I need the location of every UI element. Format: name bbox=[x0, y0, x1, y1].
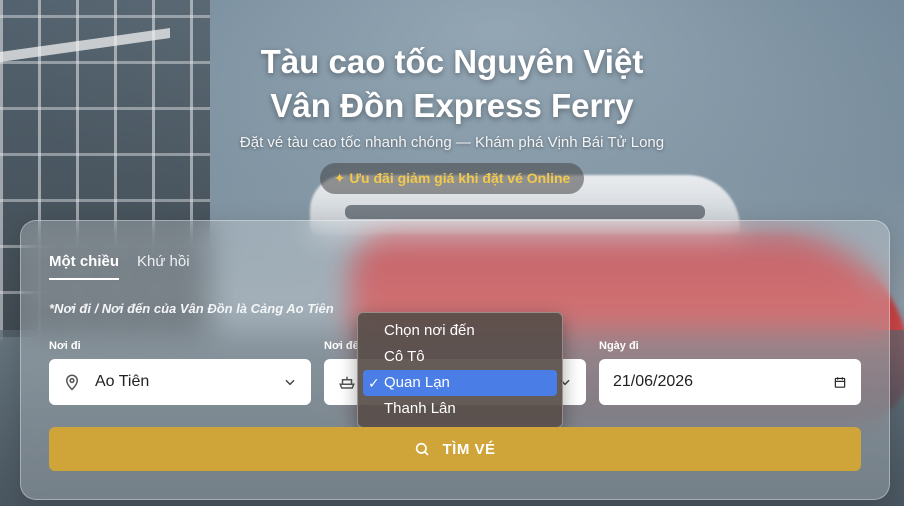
from-label: Nơi đi bbox=[49, 340, 81, 352]
date-label: Ngày đi bbox=[599, 340, 639, 352]
search-button-label: TÌM VÉ bbox=[442, 440, 496, 458]
from-select[interactable]: Ao Tiên bbox=[49, 359, 311, 405]
dropdown-option-selected[interactable]: ✓ Quan Lạn bbox=[363, 370, 557, 396]
from-value: Ao Tiên bbox=[95, 373, 150, 390]
hero-header: Tàu cao tốc Nguyên Việt Vân Đồn Express … bbox=[0, 40, 904, 194]
background-ferry-windows bbox=[345, 205, 705, 219]
search-icon bbox=[414, 441, 430, 457]
ship-icon bbox=[338, 373, 356, 391]
title-line-2: Vân Đồn Express Ferry bbox=[270, 87, 634, 124]
calendar-icon[interactable] bbox=[833, 375, 847, 389]
dropdown-option[interactable]: Chọn nơi đến bbox=[363, 318, 557, 344]
checkmark-icon: ✓ bbox=[368, 375, 380, 391]
option-label: Quan Lạn bbox=[384, 374, 450, 391]
promo-badge: ✦ Ưu đãi giảm giá khi đặt vé Online bbox=[319, 163, 585, 194]
page-title: Tàu cao tốc Nguyên Việt Vân Đồn Express … bbox=[0, 40, 904, 128]
page-subtitle: Đặt vé tàu cao tốc nhanh chóng — Khám ph… bbox=[239, 134, 665, 151]
destination-dropdown: Chọn nơi đến Cô Tô ✓ Quan Lạn Thanh Lân bbox=[357, 312, 563, 428]
to-label: Nơi đế bbox=[324, 340, 359, 352]
location-pin-icon bbox=[63, 373, 81, 391]
trip-type-tabs: Một chiều Khứ hồi bbox=[49, 253, 190, 280]
option-label: Chọn nơi đến bbox=[384, 322, 475, 339]
search-tickets-button[interactable]: TÌM VÉ bbox=[49, 427, 861, 471]
dropdown-option[interactable]: Cô Tô bbox=[363, 344, 557, 370]
option-label: Cô Tô bbox=[384, 348, 425, 365]
booking-card: Một chiều Khứ hồi *Nơi đi / Nơi đến của … bbox=[20, 220, 890, 500]
promo-text: Ưu đãi giảm giá khi đặt vé Online bbox=[349, 170, 571, 186]
date-value: 21/06/2026 bbox=[613, 373, 694, 390]
party-popper-icon: ✦ bbox=[333, 170, 346, 186]
port-note: *Nơi đi / Nơi đến của Vân Đồn là Cảng Ao… bbox=[49, 301, 334, 316]
chevron-down-icon bbox=[283, 375, 297, 389]
tab-one-way[interactable]: Một chiều bbox=[49, 253, 119, 280]
hero-section: Tàu cao tốc Nguyên Việt Vân Đồn Express … bbox=[0, 0, 904, 506]
date-input[interactable]: 21/06/2026 bbox=[599, 359, 861, 405]
dropdown-option[interactable]: Thanh Lân bbox=[363, 396, 557, 422]
title-line-1: Tàu cao tốc Nguyên Việt bbox=[260, 43, 644, 80]
option-label: Thanh Lân bbox=[384, 400, 456, 417]
tab-round-trip[interactable]: Khứ hồi bbox=[137, 253, 190, 280]
